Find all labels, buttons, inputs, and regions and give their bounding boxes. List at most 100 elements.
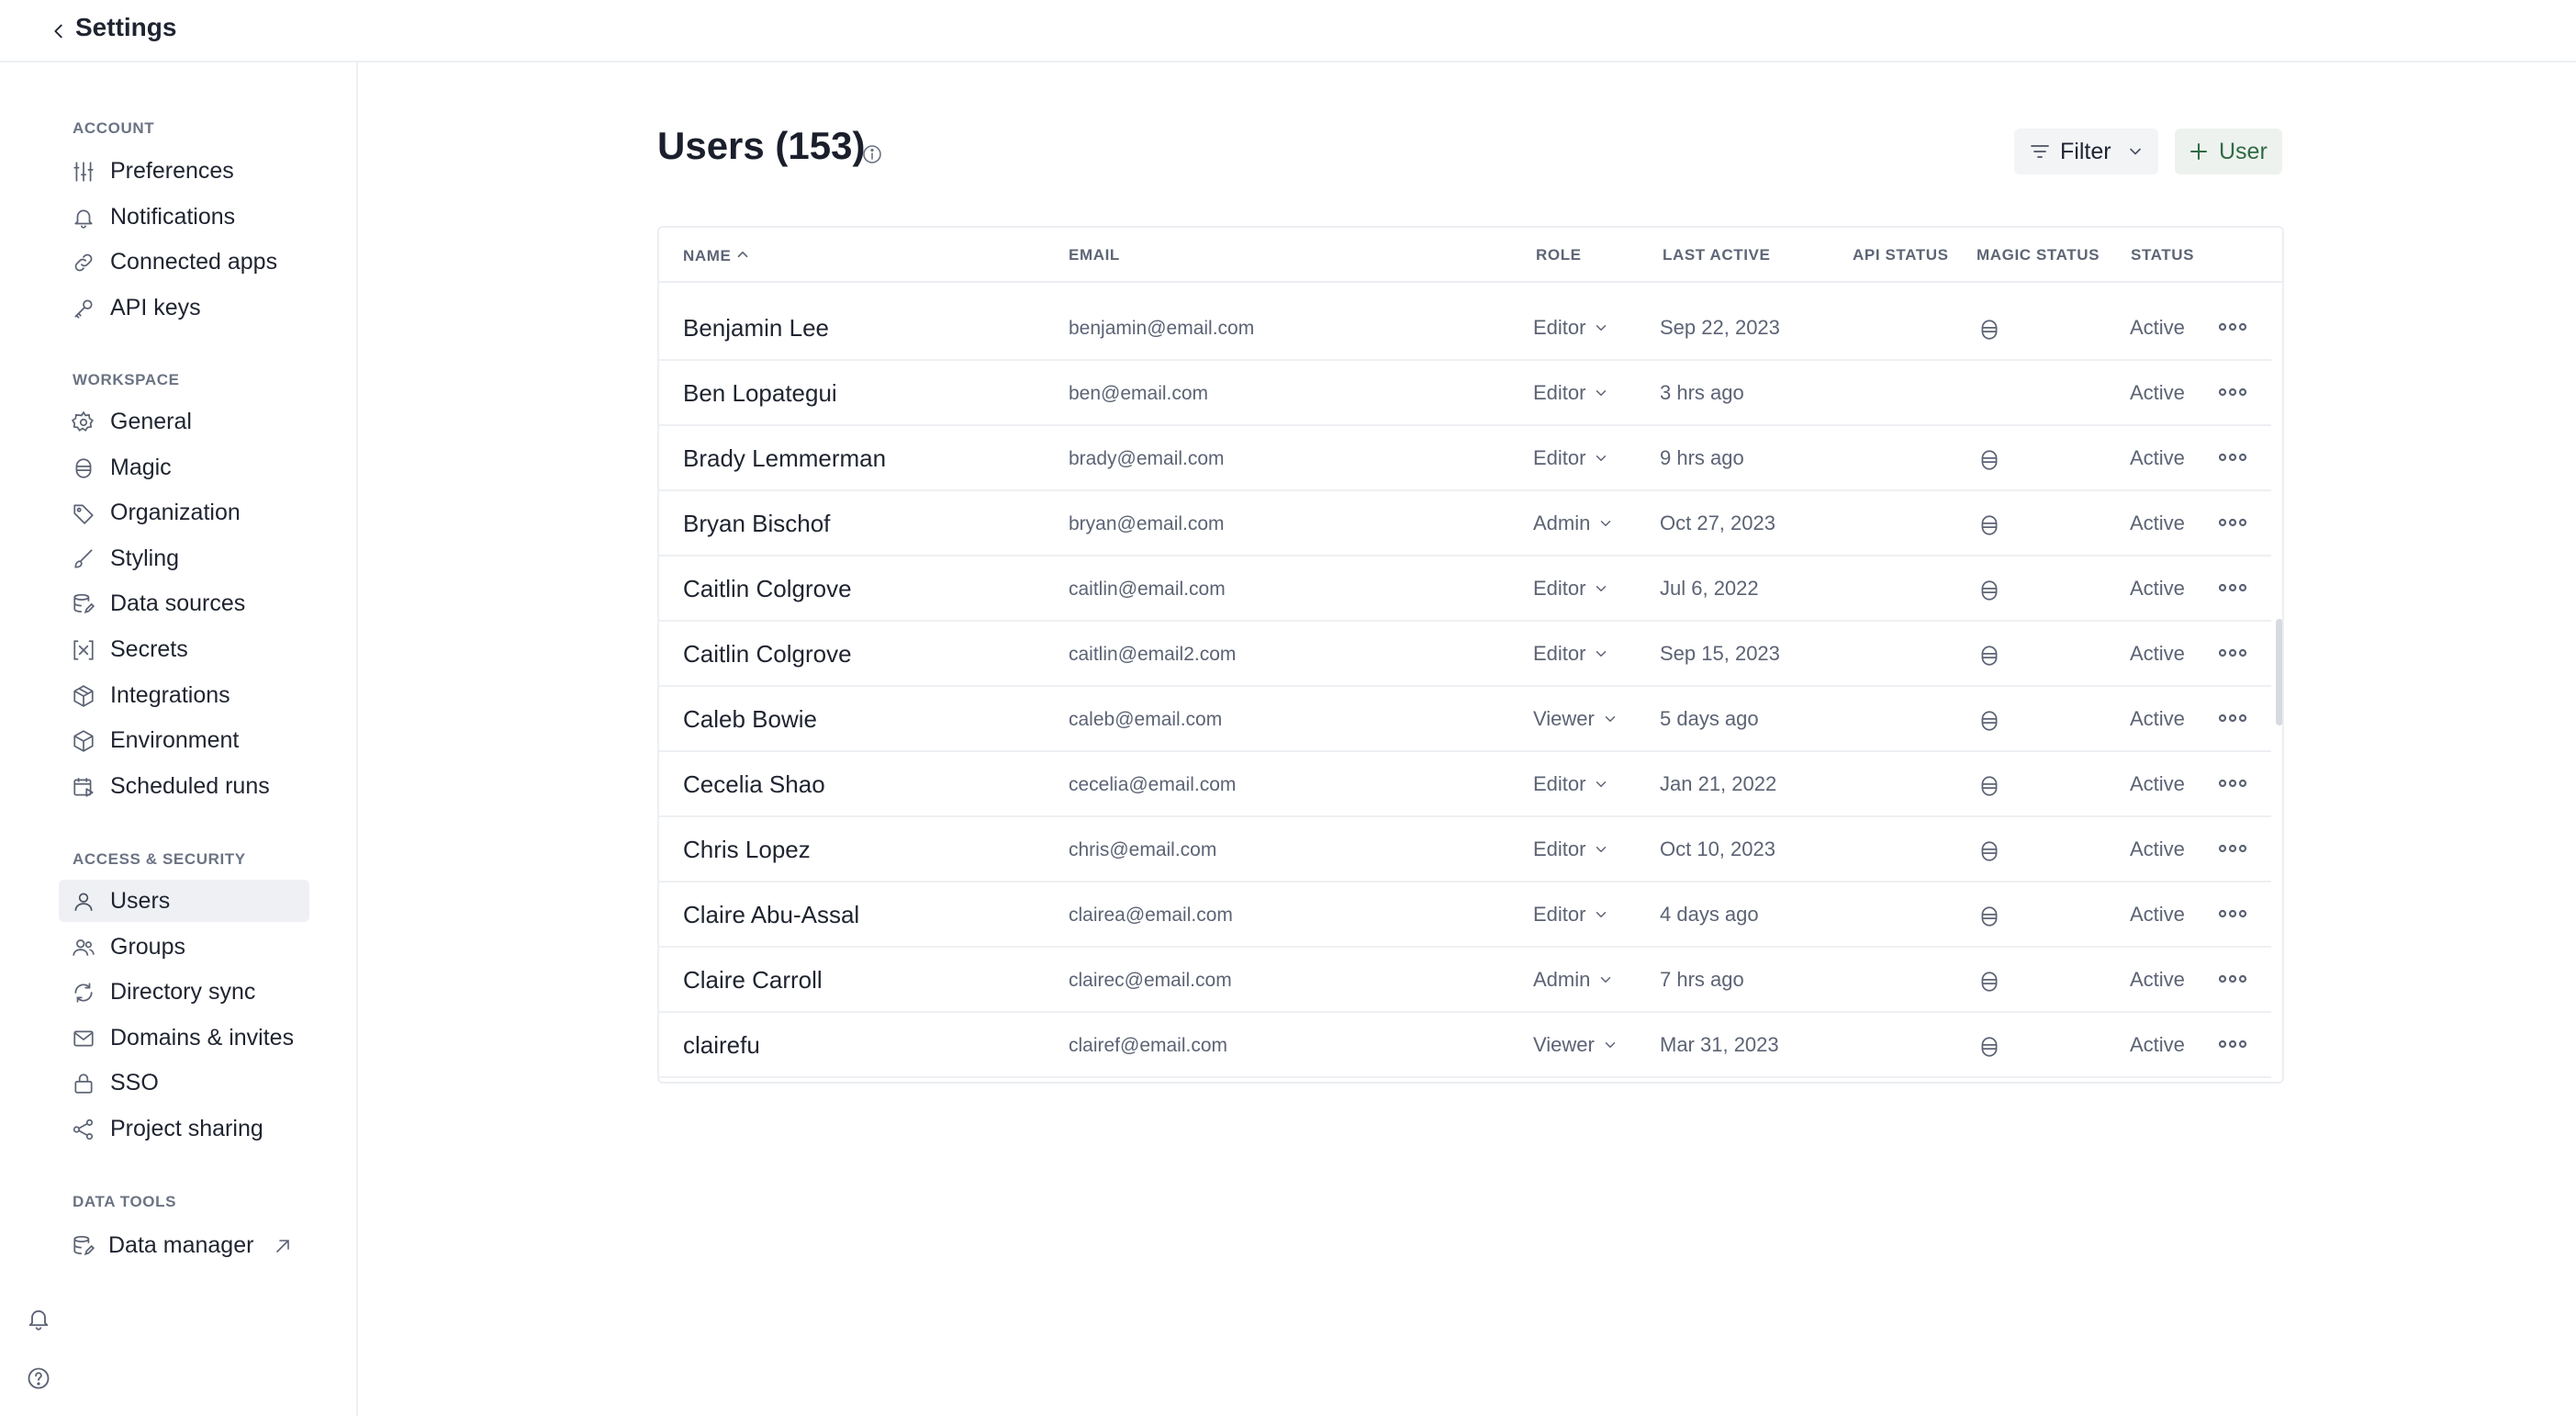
- user-status: Active: [2130, 837, 2185, 860]
- table-scrollbar[interactable]: [2271, 283, 2282, 1082]
- role-dropdown[interactable]: Editor: [1533, 577, 1609, 601]
- last-active: Mar 31, 2023: [1660, 1033, 1779, 1056]
- column-header-label: NAME: [683, 247, 732, 264]
- table-row[interactable]: Bryan Bischof bryan@email.com Admin Oct …: [659, 491, 2271, 556]
- table-row[interactable]: Claire Abu-Assal clairea@email.com Edito…: [659, 882, 2271, 948]
- add-user-button[interactable]: User: [2175, 129, 2282, 174]
- table-row[interactable]: Brady Lemmerman brady@email.com Editor 9…: [659, 426, 2271, 491]
- row-actions-button[interactable]: [2216, 446, 2249, 468]
- role-dropdown[interactable]: Editor: [1533, 642, 1609, 666]
- role-dropdown[interactable]: Editor: [1533, 316, 1609, 340]
- chevron-down-icon: [1596, 651, 1607, 657]
- sidebar-item-organization[interactable]: Organization: [59, 491, 309, 534]
- sidebar-item-magic[interactable]: Magic: [59, 446, 309, 489]
- more-horizontal-icon: [2218, 583, 2247, 592]
- sidebar-item-directory-sync[interactable]: Directory sync: [59, 971, 309, 1013]
- sidebar-item-users[interactable]: Users: [59, 880, 309, 922]
- table-row[interactable]: Caitlin Colgrove caitlin@email.com Edito…: [659, 556, 2271, 622]
- role-dropdown[interactable]: Editor: [1533, 381, 1609, 405]
- sidebar-item-scheduled-runs[interactable]: Scheduled runs: [59, 765, 309, 807]
- role-dropdown[interactable]: Viewer: [1533, 707, 1618, 731]
- row-actions-button[interactable]: [2216, 772, 2249, 794]
- cube-icon: [72, 729, 95, 753]
- chevron-down-icon: [1596, 912, 1607, 917]
- sidebar-item-data-sources[interactable]: Data sources: [59, 582, 309, 624]
- role-dropdown[interactable]: Admin: [1533, 511, 1614, 535]
- table-row[interactable]: Cecelia Shao cecelia@email.com Editor Ja…: [659, 752, 2271, 817]
- sidebar-item-preferences[interactable]: Preferences: [59, 150, 309, 192]
- row-actions-button[interactable]: [2216, 642, 2249, 664]
- row-actions-button[interactable]: [2216, 707, 2249, 729]
- row-actions-button[interactable]: [2216, 577, 2249, 599]
- filter-button[interactable]: Filter: [2014, 129, 2158, 174]
- sidebar-item-styling[interactable]: Styling: [59, 537, 309, 579]
- column-header-api-status[interactable]: API STATUS: [1853, 246, 1949, 264]
- column-header-status[interactable]: STATUS: [2131, 246, 2194, 264]
- table-row[interactable]: Ben Lopategui ben@email.com Editor 3 hrs…: [659, 361, 2271, 426]
- help-button[interactable]: [26, 1365, 51, 1391]
- sidebar-item-secrets[interactable]: Secrets: [59, 628, 309, 670]
- sidebar-item-general[interactable]: General: [59, 400, 309, 443]
- table-row[interactable]: Caitlin Colgrove caitlin@email2.com Edit…: [659, 622, 2271, 687]
- sidebar-item-sso[interactable]: SSO: [59, 1062, 309, 1104]
- row-actions-button[interactable]: [2216, 316, 2249, 338]
- info-icon[interactable]: [861, 143, 883, 165]
- chevron-down-icon: [1596, 455, 1607, 461]
- table-row[interactable]: Caleb Bowie caleb@email.com Viewer 5 day…: [659, 687, 2271, 752]
- sidebar-item-environment[interactable]: Environment: [59, 719, 309, 761]
- row-actions-button[interactable]: [2216, 1033, 2249, 1055]
- table-row[interactable]: clairefu clairef@email.com Viewer Mar 31…: [659, 1013, 2271, 1078]
- chevron-down-icon: [1601, 521, 1611, 526]
- column-header-last-active[interactable]: LAST ACTIVE: [1663, 246, 1770, 264]
- scrollbar-thumb[interactable]: [2276, 619, 2282, 725]
- user-status: Active: [2130, 381, 2185, 404]
- role-dropdown[interactable]: Editor: [1533, 903, 1609, 927]
- table-row[interactable]: Chris Lopez chris@email.com Editor Oct 1…: [659, 817, 2271, 882]
- sidebar-item-project-sharing[interactable]: Project sharing: [59, 1107, 309, 1150]
- role-dropdown[interactable]: Editor: [1533, 772, 1609, 796]
- row-actions-button[interactable]: [2216, 903, 2249, 925]
- role-value: Viewer: [1533, 707, 1595, 730]
- last-active: Oct 10, 2023: [1660, 837, 1775, 860]
- role-value: Viewer: [1533, 1033, 1595, 1056]
- magic-status-icon: [1977, 905, 2001, 928]
- role-dropdown[interactable]: Editor: [1533, 446, 1609, 470]
- more-horizontal-icon: [2218, 1040, 2247, 1049]
- back-button[interactable]: [44, 17, 73, 46]
- more-horizontal-icon: [2218, 714, 2247, 723]
- row-actions-button[interactable]: [2216, 837, 2249, 860]
- sidebar-item-groups[interactable]: Groups: [59, 926, 309, 968]
- row-actions-button[interactable]: [2216, 381, 2249, 403]
- sidebar-item-connected-apps[interactable]: Connected apps: [59, 241, 309, 283]
- role-dropdown[interactable]: Admin: [1533, 968, 1614, 992]
- last-active: Sep 22, 2023: [1660, 316, 1780, 339]
- sidebar-item-label: Secrets: [110, 635, 188, 662]
- section-label-workspace: WORKSPACE: [73, 371, 180, 388]
- column-header-magic-status[interactable]: MAGIC STATUS: [1977, 246, 2100, 264]
- table-row[interactable]: Benjamin Lee benjamin@email.com Editor S…: [659, 296, 2271, 361]
- sidebar-item-domains-invites[interactable]: Domains & invites: [59, 1017, 309, 1059]
- role-dropdown[interactable]: Viewer: [1533, 1033, 1618, 1057]
- column-header-email[interactable]: EMAIL: [1069, 246, 1120, 264]
- table-row[interactable]: Claire Carroll clairec@email.com Admin 7…: [659, 948, 2271, 1013]
- user-status: Active: [2130, 511, 2185, 534]
- notifications-bell-button[interactable]: [26, 1306, 51, 1332]
- sidebar-item-data-manager[interactable]: Data manager: [59, 1224, 309, 1266]
- sliders-icon: [72, 160, 95, 184]
- row-actions-button[interactable]: [2216, 511, 2249, 534]
- chevron-down-icon: [1596, 847, 1607, 852]
- sidebar-item-notifications[interactable]: Notifications: [59, 196, 309, 238]
- row-actions-button[interactable]: [2216, 968, 2249, 990]
- magic-status-icon: [1977, 839, 2001, 863]
- sidebar-item-integrations[interactable]: Integrations: [59, 674, 309, 716]
- column-header-role[interactable]: ROLE: [1536, 246, 1582, 264]
- user-email: bryan@email.com: [1069, 513, 1225, 534]
- sidebar-item-api-keys[interactable]: API keys: [59, 287, 309, 329]
- column-header-name[interactable]: NAME: [683, 246, 751, 265]
- chevron-down-icon: [1605, 716, 1616, 722]
- more-horizontal-icon: [2218, 648, 2247, 657]
- role-dropdown[interactable]: Editor: [1533, 837, 1609, 861]
- role-value: Editor: [1533, 772, 1586, 795]
- user-name: Cecelia Shao: [683, 770, 825, 798]
- role-value: Editor: [1533, 642, 1586, 665]
